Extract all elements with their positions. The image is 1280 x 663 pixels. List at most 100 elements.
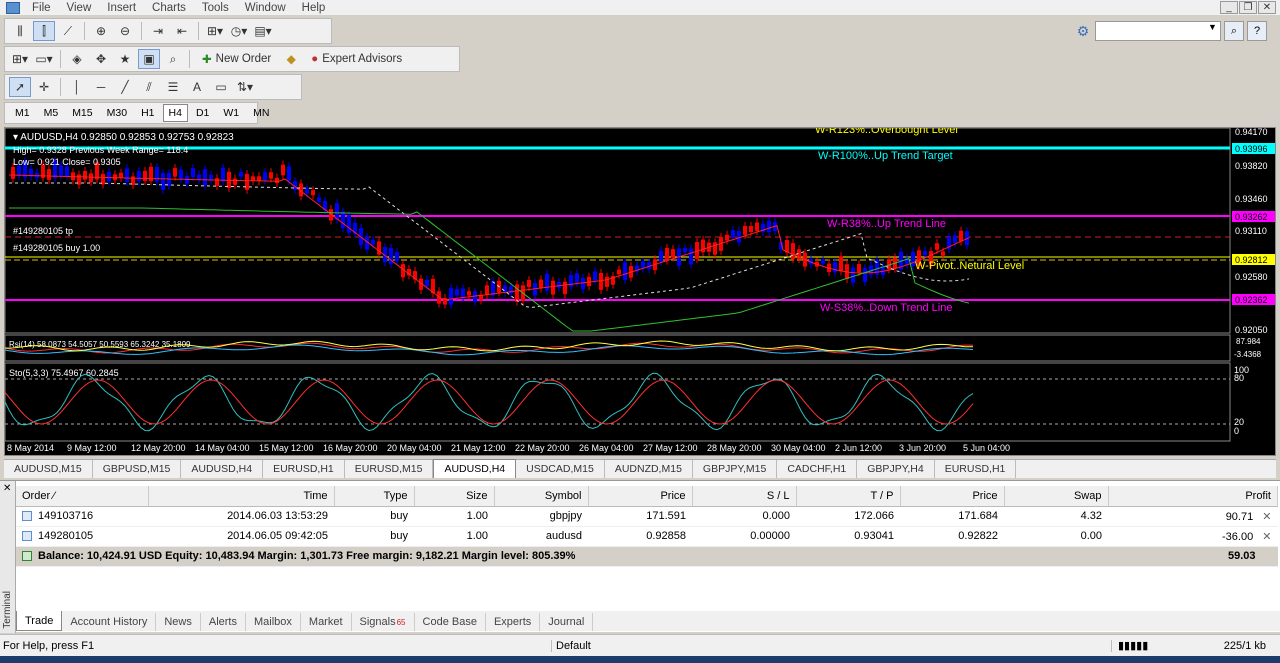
menu-help[interactable]: Help: [294, 2, 334, 14]
close-window-button[interactable]: ✕: [1258, 1, 1276, 14]
order-symbol: gbpjpy: [494, 506, 588, 527]
timeframe-d1[interactable]: D1: [190, 104, 215, 122]
table-row[interactable]: 149280105 2014.06.05 09:42:05 buy 1.00 a…: [16, 526, 1278, 547]
terminal-tab-mailbox[interactable]: Mailbox: [246, 613, 301, 631]
candlestick-button[interactable]: ⫿: [33, 21, 55, 41]
arrows-button[interactable]: ⇅▾: [234, 77, 256, 97]
new-order-button[interactable]: ✚ New Order: [195, 49, 278, 69]
chevron-down-icon[interactable]: ▼: [1208, 22, 1217, 32]
chart-shift-button[interactable]: ⇥: [147, 21, 169, 41]
crosshair-button[interactable]: ✛: [33, 77, 55, 97]
new-chart-button[interactable]: ⊞▾: [9, 49, 31, 69]
chart-tab[interactable]: EURUSD,M15: [345, 460, 434, 478]
chart-tab[interactable]: AUDUSD,M15: [4, 460, 93, 478]
timeframe-mn[interactable]: MN: [247, 104, 275, 122]
menu-window[interactable]: Window: [237, 2, 294, 14]
col-swap[interactable]: Swap: [1004, 486, 1109, 507]
search-button[interactable]: ⌕: [1224, 21, 1244, 41]
profiles-button[interactable]: ▭▾: [33, 49, 55, 69]
help-search-button[interactable]: ?: [1247, 21, 1267, 41]
menu-file[interactable]: File: [24, 2, 59, 14]
timeframe-m30[interactable]: M30: [101, 104, 133, 122]
fibo-button[interactable]: ☰: [162, 77, 184, 97]
timeframe-h4[interactable]: H4: [162, 104, 188, 122]
chart-tab[interactable]: EURUSD,H1: [935, 460, 1017, 478]
market-watch-button[interactable]: ◈: [66, 49, 88, 69]
table-row[interactable]: 149103716 2014.06.03 13:53:29 buy 1.00 g…: [16, 506, 1278, 527]
cursor-button[interactable]: ➚: [9, 77, 31, 97]
trendline-button[interactable]: ╱: [114, 77, 136, 97]
timeframe-h1[interactable]: H1: [135, 104, 160, 122]
col-sl[interactable]: S / L: [692, 486, 797, 507]
terminal-tab-market[interactable]: Market: [301, 613, 352, 631]
search-input[interactable]: [1095, 21, 1221, 41]
chart-tab[interactable]: EURUSD,H1: [263, 460, 345, 478]
zoom-in-button[interactable]: ⊕: [90, 21, 112, 41]
timeframe-m5[interactable]: M5: [38, 104, 65, 122]
terminal-tab-code-base[interactable]: Code Base: [415, 613, 486, 631]
time-axis-label: 12 May 20:00: [131, 443, 186, 453]
minimize-button[interactable]: _: [1220, 1, 1238, 14]
terminal-tab-account-history[interactable]: Account History: [62, 613, 157, 631]
zoom-out-button[interactable]: ⊖: [114, 21, 136, 41]
close-icon[interactable]: ✕: [3, 483, 11, 494]
tester-button[interactable]: ⌕: [162, 49, 184, 69]
horizontal-line-button[interactable]: ─: [90, 77, 112, 97]
col-size[interactable]: Size: [414, 486, 495, 507]
col-profit[interactable]: Profit: [1108, 486, 1278, 507]
menu-charts[interactable]: Charts: [144, 2, 194, 14]
autoscroll-button[interactable]: ⇤: [171, 21, 193, 41]
candle: [725, 234, 729, 241]
chart-tab[interactable]: USDCAD,M15: [516, 460, 605, 478]
terminal-tab-news[interactable]: News: [156, 613, 201, 631]
text-button[interactable]: A: [186, 77, 208, 97]
col-current-price[interactable]: Price: [900, 486, 1005, 507]
timeframe-m15[interactable]: M15: [66, 104, 98, 122]
chart-tab[interactable]: AUDNZD,M15: [605, 460, 693, 478]
terminal-tab-alerts[interactable]: Alerts: [201, 613, 246, 631]
chart-tab[interactable]: AUDUSD,H4: [181, 460, 264, 478]
chart-window[interactable]: 0.94170 0.93996 0.93820 0.93460 0.93262 0.931…: [4, 127, 1276, 456]
restore-button[interactable]: ❐: [1239, 1, 1257, 14]
terminal-tab-journal[interactable]: Journal: [540, 613, 594, 631]
metaeditor-button[interactable]: ◆: [280, 49, 302, 69]
terminal-tab-experts[interactable]: Experts: [486, 613, 541, 631]
bar-chart-button[interactable]: ⫼: [9, 21, 31, 41]
chart-tab[interactable]: GBPJPY,M15: [693, 460, 778, 478]
col-time[interactable]: Time: [148, 486, 335, 507]
vertical-line-button[interactable]: │: [66, 77, 88, 97]
chart-tab[interactable]: CADCHF,H1: [777, 460, 858, 478]
menu-tools[interactable]: Tools: [194, 2, 237, 14]
label-button[interactable]: ▭: [210, 77, 232, 97]
templates-button[interactable]: ▤▾: [252, 21, 274, 41]
close-order-icon[interactable]: ✕: [1262, 531, 1271, 543]
chart-tab[interactable]: GBPUSD,M15: [93, 460, 182, 478]
separator: [141, 22, 142, 40]
timeframe-m1[interactable]: M1: [9, 104, 36, 122]
terminal-tab-signals[interactable]: Signals 65: [352, 613, 415, 631]
gear-icon[interactable]: ⚙: [1072, 20, 1094, 42]
data-window-button[interactable]: ✥: [90, 49, 112, 69]
indicators-button[interactable]: ⊞▾: [204, 21, 226, 41]
col-price[interactable]: Price: [588, 486, 693, 507]
channel-button[interactable]: ⫽: [138, 77, 160, 97]
terminal-tab-trade[interactable]: Trade: [16, 611, 63, 631]
line-chart-button[interactable]: ⟋: [57, 21, 79, 41]
timeframe-w1[interactable]: W1: [217, 104, 245, 122]
chart-tab[interactable]: GBPJPY,H4: [857, 460, 935, 478]
navigator-button[interactable]: ★: [114, 49, 136, 69]
col-symbol[interactable]: Symbol: [494, 486, 589, 507]
periods-button[interactable]: ◷▾: [228, 21, 250, 41]
chart-tab[interactable]: AUDUSD,H4: [433, 459, 517, 478]
candle: [527, 280, 531, 288]
menu-insert[interactable]: Insert: [99, 2, 144, 14]
price-axis-label: 0.92812: [1235, 255, 1268, 265]
col-order[interactable]: Order ⁄: [16, 486, 149, 507]
col-tp[interactable]: T / P: [796, 486, 901, 507]
menu-view[interactable]: View: [59, 2, 100, 14]
close-order-icon[interactable]: ✕: [1262, 511, 1271, 523]
expert-advisors-button[interactable]: ● Expert Advisors: [304, 49, 409, 69]
col-type[interactable]: Type: [334, 486, 415, 507]
terminal-button[interactable]: ▣: [138, 49, 160, 69]
price-chart[interactable]: 0.94170 0.93996 0.93820 0.93460 0.93262 0.931…: [5, 128, 1275, 455]
